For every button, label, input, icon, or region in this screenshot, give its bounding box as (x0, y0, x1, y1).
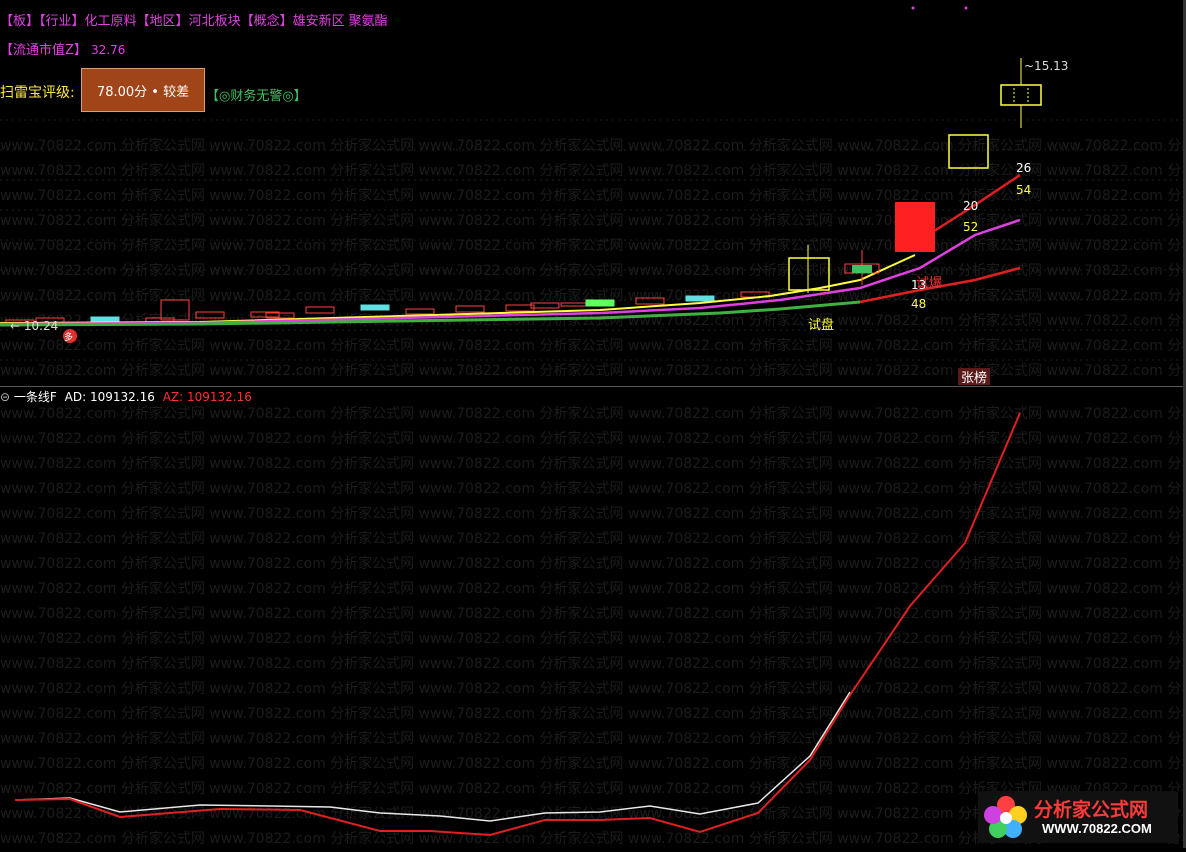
tag-concept[interactable]: 【概念】 (241, 14, 293, 29)
small-candle (455, 305, 485, 313)
watermark-text: www.70822.com 分析家公式网 www.70822.com 分析家公式… (0, 212, 1183, 229)
tag-region[interactable]: 【地区】 (137, 14, 189, 29)
candle-green (852, 265, 872, 273)
watermark-text: www.70822.com 分析家公式网 www.70822.com 分析家公式… (0, 237, 1183, 254)
small-candle (505, 304, 535, 312)
watermark-text: www.70822.com 分析家公式网 www.70822.com 分析家公式… (0, 705, 1183, 722)
watermark-text: www.70822.com 分析家公式网 www.70822.com 分析家公式… (0, 555, 1183, 572)
small-candle (360, 304, 390, 311)
small-candle (685, 295, 715, 302)
scan-label: 扫雷宝评级: (0, 85, 75, 101)
tag-region-value: 河北板块 (188, 14, 241, 29)
ma-label: 20 (963, 199, 978, 213)
site-logo: 分析家公式网 WWW.70822.COM (978, 791, 1178, 843)
watermark-text: www.70822.com 分析家公式网 www.70822.com 分析家公式… (0, 362, 1183, 379)
ma-label: 52 (963, 220, 978, 234)
watermark-text: www.70822.com 分析家公式网 www.70822.com 分析家公式… (0, 580, 1183, 597)
tag-concept-value-1: 雄安新区 (292, 14, 345, 29)
ma-label: 48 (911, 297, 926, 311)
top-candle-body (1000, 84, 1042, 106)
watermark-text: www.70822.com 分析家公式网 www.70822.com 分析家公式… (0, 680, 1183, 697)
price-chart-panel[interactable]: www.70822.com 分析家公式网 www.70822.com 分析家公式… (0, 0, 1186, 386)
watermark-text: www.70822.com 分析家公式网 www.70822.com 分析家公式… (0, 630, 1183, 647)
market-cap-label: 【流通市值Z】 (0, 43, 87, 58)
score-text: 78.00分 • 较差 (96, 84, 190, 100)
finance-tag[interactable]: 【◎财务无警◎】 (206, 85, 307, 104)
watermark-text: www.70822.com 分析家公式网 www.70822.com 分析家公式… (0, 337, 1183, 354)
indicator-panel[interactable]: www.70822.com 分析家公式网 www.70822.com 分析家公式… (0, 388, 1186, 848)
watermark-text: www.70822.com 分析家公式网 www.70822.com 分析家公式… (0, 605, 1183, 622)
big-candle-red (895, 202, 935, 252)
tag-industry-value: 化工原料 (84, 14, 137, 29)
watermark-text: www.70822.com 分析家公式网 www.70822.com 分析家公式… (0, 405, 1183, 422)
watermark-text: www.70822.com 分析家公式网 www.70822.com 分析家公式… (0, 187, 1183, 204)
tag-industry[interactable]: 【行业】 (39, 14, 85, 29)
ma-label: 13 (911, 278, 926, 292)
high-price-label: ~15.13 (1024, 59, 1068, 73)
tag-board[interactable]: 【板】 (0, 14, 39, 29)
ma-label: 26 (1016, 161, 1031, 175)
market-cap: 【流通市值Z】 32.76 (0, 39, 125, 58)
watermark-text: www.70822.com 分析家公式网 www.70822.com 分析家公式… (0, 262, 1183, 279)
zhang-label: 张榜 (961, 370, 987, 385)
logo-title: 分析家公式网 (1034, 799, 1149, 821)
watermark-text: www.70822.com 分析家公式网 www.70822.com 分析家公式… (0, 480, 1183, 497)
score-box[interactable]: 78.00分 • 较差 (81, 68, 205, 112)
watermark-text: www.70822.com 分析家公式网 www.70822.com 分析家公式… (0, 530, 1183, 547)
low-price-label: ← 10.24 (10, 319, 58, 333)
duo-badge-text: 多 (64, 331, 73, 343)
price-chart-svg: www.70822.com 分析家公式网 www.70822.com 分析家公式… (0, 6, 1186, 386)
watermark-text: www.70822.com 分析家公式网 www.70822.com 分析家公式… (0, 505, 1183, 522)
watermark-text: www.70822.com 分析家公式网 www.70822.com 分析家公式… (0, 137, 1183, 154)
flower-logo-icon (984, 796, 1027, 838)
tag-concept-value-2: 聚氨酯 (348, 14, 388, 29)
watermark-text: www.70822.com 分析家公式网 www.70822.com 分析家公式… (0, 455, 1183, 472)
watermark-text: www.70822.com 分析家公式网 www.70822.com 分析家公式… (0, 162, 1183, 179)
marker-dot (911, 6, 915, 10)
marker-dot (964, 6, 968, 10)
small-candle (585, 299, 615, 307)
indicator-chart-svg: www.70822.com 分析家公式网 www.70822.com 分析家公式… (0, 405, 1186, 847)
watermark-text: www.70822.com 分析家公式网 www.70822.com 分析家公式… (0, 430, 1183, 447)
sector-tags: 【板】【行业】化工原料【地区】河北板块【概念】雄安新区 聚氨酯 (0, 10, 388, 29)
panel-divider[interactable] (0, 386, 1183, 387)
watermark-text: www.70822.com 分析家公式网 www.70822.com 分析家公式… (0, 655, 1183, 672)
small-candle (560, 302, 590, 307)
watermark-text: www.70822.com 分析家公式网 www.70822.com 分析家公式… (0, 730, 1183, 747)
trial-label: 试盘 (808, 317, 834, 333)
small-candle (90, 316, 120, 323)
ma-label: 54 (1016, 183, 1031, 197)
market-cap-value: 32.76 (91, 43, 126, 57)
watermark-text: www.70822.com 分析家公式网 www.70822.com 分析家公式… (0, 755, 1183, 772)
logo-url: WWW.70822.COM (1042, 821, 1152, 836)
